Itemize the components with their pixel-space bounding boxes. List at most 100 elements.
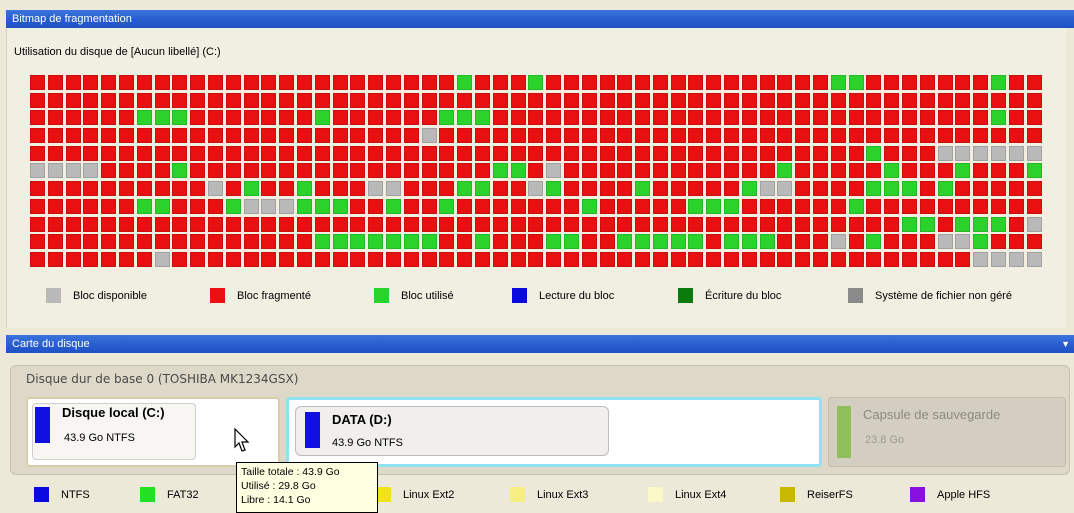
bitmap-block-fragmented bbox=[670, 75, 686, 90]
bitmap-block-fragmented bbox=[1026, 198, 1042, 214]
legend-item-read: Lecture du bloc bbox=[512, 288, 614, 303]
bitmap-block-fragmented bbox=[439, 145, 455, 161]
bitmap-block-used bbox=[136, 198, 152, 214]
bitmap-block-fragmented bbox=[688, 92, 704, 108]
bitmap-block-fragmented bbox=[1026, 75, 1042, 90]
bitmap-block-fragmented bbox=[243, 163, 259, 179]
bitmap-block-fragmented bbox=[65, 234, 81, 250]
bitmap-block-fragmented bbox=[670, 145, 686, 161]
bitmap-block-fragmented bbox=[474, 128, 490, 144]
bitmap-block-fragmented bbox=[706, 92, 722, 108]
bitmap-block-fragmented bbox=[332, 216, 348, 232]
bitmap-block-fragmented bbox=[546, 251, 562, 267]
bitmap-block-fragmented bbox=[474, 251, 490, 267]
bitmap-block-fragmented bbox=[759, 251, 775, 267]
bitmap-block-fragmented bbox=[777, 75, 793, 90]
bitmap-block-fragmented bbox=[118, 181, 134, 197]
bitmap-block-fragmented bbox=[47, 92, 63, 108]
bitmap-block-fragmented bbox=[973, 181, 989, 197]
bitmap-block-fragmented bbox=[830, 198, 846, 214]
partition-d[interactable]: DATA (D:) 43.9 Go NTFS bbox=[286, 397, 822, 467]
bitmap-block-used bbox=[688, 234, 704, 250]
bitmap-block-fragmented bbox=[439, 216, 455, 232]
partition-backup-capsule[interactable]: Capsule de sauvegarde 23.8 Go bbox=[828, 397, 1066, 467]
bitmap-block-fragmented bbox=[848, 216, 864, 232]
bitmap-block-fragmented bbox=[902, 251, 918, 267]
bitmap-block-used bbox=[706, 198, 722, 214]
bitmap-block-fragmented bbox=[528, 110, 544, 126]
bitmap-block-fragmented bbox=[528, 92, 544, 108]
bitmap-block-fragmented bbox=[492, 92, 508, 108]
bitmap-block-fragmented bbox=[457, 216, 473, 232]
bitmap-block-fragmented bbox=[777, 234, 793, 250]
bitmap-block-fragmented bbox=[830, 92, 846, 108]
bitmap-block-fragmented bbox=[492, 216, 508, 232]
bitmap-block-fragmented bbox=[421, 110, 437, 126]
bitmap-block-fragmented bbox=[439, 181, 455, 197]
bitmap-block-fragmented bbox=[154, 145, 170, 161]
bitmap-block-fragmented bbox=[243, 234, 259, 250]
bitmap-block-fragmented bbox=[635, 198, 651, 214]
bitmap-block-fragmented bbox=[706, 251, 722, 267]
bitmap-block-fragmented bbox=[385, 251, 401, 267]
bitmap-block-fragmented bbox=[670, 128, 686, 144]
bitmap-block-used bbox=[991, 216, 1007, 232]
bitmap-block-fragmented bbox=[190, 75, 206, 90]
tooltip-used-size: Utilisé : 29.8 Go bbox=[241, 480, 316, 492]
bitmap-block-fragmented bbox=[813, 128, 829, 144]
legend-swatch-read bbox=[512, 288, 527, 303]
bitmap-block-fragmented bbox=[795, 92, 811, 108]
bitmap-block-fragmented bbox=[759, 198, 775, 214]
bitmap-block-fragmented bbox=[563, 216, 579, 232]
bitmap-block-fragmented bbox=[813, 145, 829, 161]
bitmap-block-fragmented bbox=[1008, 128, 1024, 144]
bitmap-block-used bbox=[848, 75, 864, 90]
bitmap-block-fragmented bbox=[991, 128, 1007, 144]
bitmap-block-fragmented bbox=[421, 145, 437, 161]
bitmap-block-fragmented bbox=[30, 92, 45, 108]
bitmap-block-fragmented bbox=[973, 198, 989, 214]
bitmap-block-fragmented bbox=[172, 145, 188, 161]
bitmap-block-fragmented bbox=[421, 251, 437, 267]
bitmap-block-fragmented bbox=[919, 234, 935, 250]
bitmap-block-fragmented bbox=[546, 75, 562, 90]
bitmap-block-fragmented bbox=[350, 163, 366, 179]
bitmap-block-fragmented bbox=[279, 251, 295, 267]
bitmap-block-used bbox=[741, 234, 757, 250]
bitmap-block-fragmented bbox=[724, 110, 740, 126]
bitmap-block-fragmented bbox=[154, 75, 170, 90]
bitmap-block-fragmented bbox=[955, 110, 971, 126]
bitmap-block-fragmented bbox=[492, 198, 508, 214]
bitmap-block-fragmented bbox=[902, 128, 918, 144]
bitmap-block-fragmented bbox=[724, 163, 740, 179]
bitmap-block-fragmented bbox=[385, 128, 401, 144]
bitmap-block-fragmented bbox=[261, 216, 277, 232]
bitmap-block-fragmented bbox=[759, 75, 775, 90]
disk-map-panel-header[interactable]: Carte du disque ▼ bbox=[6, 335, 1074, 353]
legend-label-fragmented: Bloc fragmenté bbox=[237, 289, 311, 302]
collapse-chevron-icon[interactable]: ▼ bbox=[1061, 335, 1070, 353]
bitmap-block-fragmented bbox=[635, 75, 651, 90]
bitmap-block-fragmented bbox=[563, 128, 579, 144]
bitmap-block-used bbox=[474, 110, 490, 126]
bitmap-block-fragmented bbox=[457, 128, 473, 144]
bitmap-block-fragmented bbox=[937, 216, 953, 232]
bitmap-block-used bbox=[848, 198, 864, 214]
bitmap-block-fragmented bbox=[724, 251, 740, 267]
legend-swatch-available bbox=[46, 288, 61, 303]
bitmap-block-fragmented bbox=[207, 198, 223, 214]
bitmap-block-fragmented bbox=[599, 163, 615, 179]
bitmap-block-fragmented bbox=[919, 110, 935, 126]
bitmap-block-fragmented bbox=[207, 75, 223, 90]
bitmap-block-fragmented bbox=[652, 128, 668, 144]
bitmap-block-fragmented bbox=[314, 251, 330, 267]
legend-item-used: Bloc utilisé bbox=[374, 288, 454, 303]
bitmap-block-used bbox=[368, 234, 384, 250]
bitmap-block-fragmented bbox=[510, 234, 526, 250]
bitmap-block-fragmented bbox=[902, 145, 918, 161]
fs-swatch-fat32 bbox=[140, 487, 155, 502]
bitmap-block-fragmented bbox=[759, 216, 775, 232]
bitmap-block-fragmented bbox=[599, 145, 615, 161]
bitmap-block-fragmented bbox=[279, 75, 295, 90]
bitmap-block-fragmented bbox=[368, 75, 384, 90]
